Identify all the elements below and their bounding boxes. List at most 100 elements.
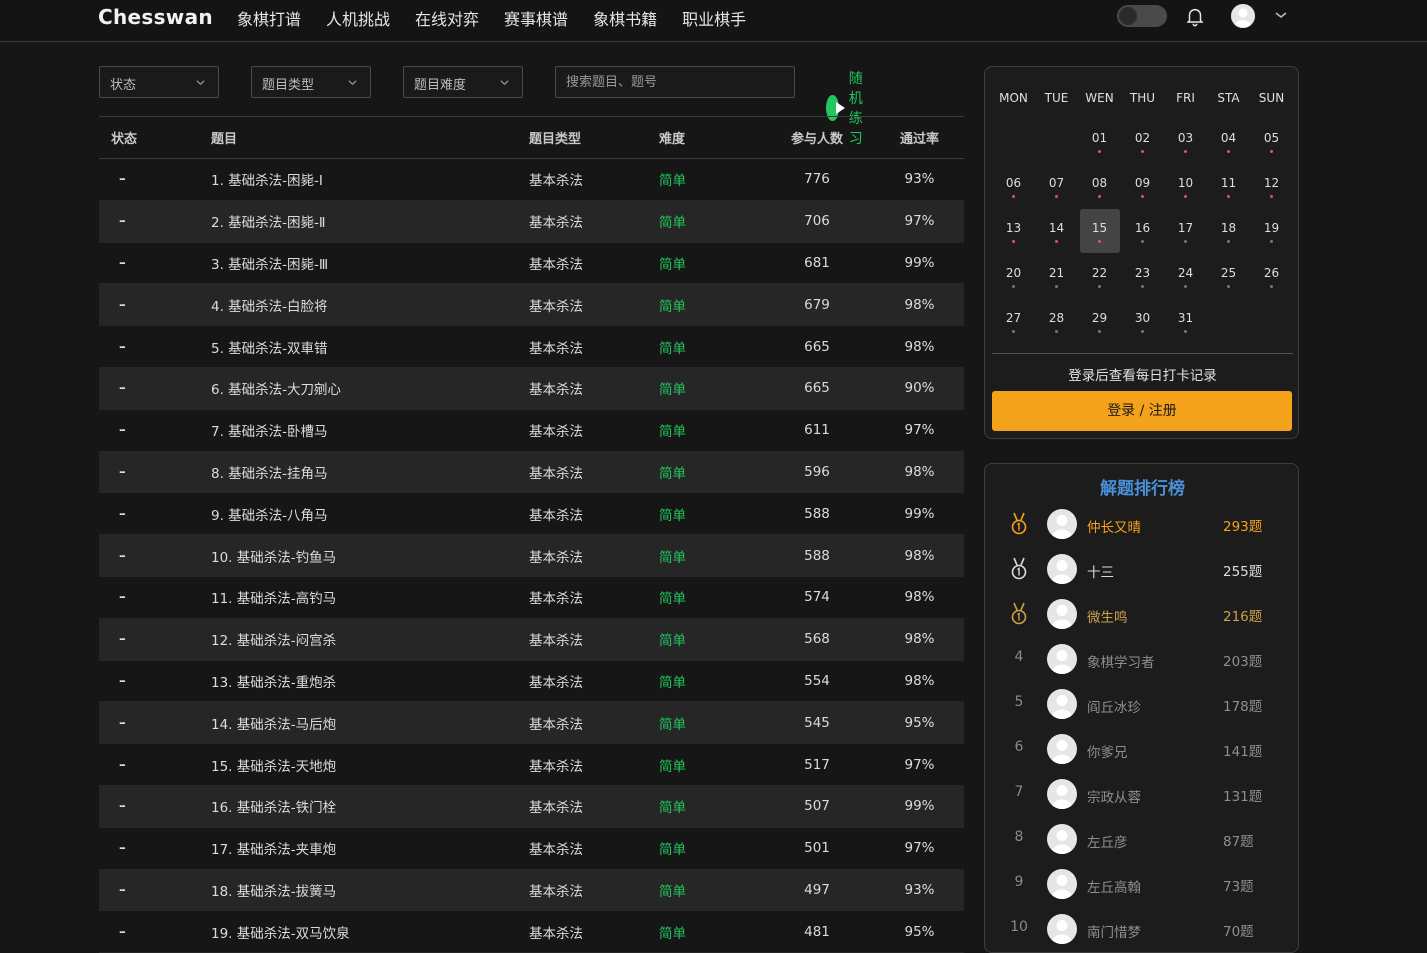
rank-user-name[interactable]: 你爹兄 <box>1087 741 1128 761</box>
ranking-item[interactable]: 9 左丘高翰 73题 <box>985 862 1300 906</box>
table-row[interactable]: – 12. 基础杀法-闷宫杀 基本杀法 简单 568 98% <box>99 618 964 661</box>
table-row[interactable]: – 9. 基础杀法-八角马 基本杀法 简单 588 99% <box>99 493 964 536</box>
table-row[interactable]: – 1. 基础杀法-困毙-Ⅰ 基本杀法 简单 776 93% <box>99 159 964 201</box>
cell-title[interactable]: 12. 基础杀法-闷宫杀 <box>211 629 529 649</box>
search-input[interactable] <box>555 66 795 98</box>
calendar-day[interactable]: 05 <box>1252 119 1292 163</box>
status-select[interactable]: 状态 <box>99 66 219 98</box>
calendar-day[interactable]: 25 <box>1209 254 1249 298</box>
calendar-day-today[interactable]: 15 <box>1079 209 1120 253</box>
calendar-day[interactable]: 06 <box>994 164 1034 208</box>
calendar-day[interactable]: 07 <box>1037 164 1077 208</box>
cell-title[interactable]: 5. 基础杀法-双車错 <box>211 337 529 357</box>
user-avatar[interactable] <box>1231 4 1255 28</box>
nav-item-events[interactable]: 赛事棋谱 <box>504 6 568 30</box>
ranking-item[interactable]: 微生鸣 216题 <box>985 592 1300 636</box>
calendar-day[interactable]: 13 <box>994 209 1034 253</box>
calendar-day[interactable]: 28 <box>1037 299 1077 343</box>
calendar-day[interactable]: 11 <box>1209 164 1249 208</box>
ranking-item[interactable]: 8 左丘彦 87题 <box>985 817 1300 861</box>
login-register-button[interactable]: 登录 / 注册 <box>992 391 1292 431</box>
ranking-item[interactable]: 6 你爹兄 141题 <box>985 727 1300 771</box>
calendar-day[interactable]: 14 <box>1037 209 1077 253</box>
calendar-day[interactable]: 16 <box>1123 209 1163 253</box>
cell-title[interactable]: 19. 基础杀法-双马饮泉 <box>211 922 529 942</box>
cell-title[interactable]: 8. 基础杀法-挂角马 <box>211 462 529 482</box>
calendar-day[interactable]: 31 <box>1166 299 1206 343</box>
cell-title[interactable]: 4. 基础杀法-白脸将 <box>211 295 529 315</box>
calendar-day[interactable]: 29 <box>1080 299 1120 343</box>
cell-title[interactable]: 13. 基础杀法-重炮杀 <box>211 671 529 691</box>
type-select[interactable]: 题目类型 <box>251 66 371 98</box>
cell-title[interactable]: 9. 基础杀法-八角马 <box>211 504 529 524</box>
cell-title[interactable]: 6. 基础杀法-大刀剜心 <box>211 378 529 398</box>
brand-logo[interactable]: Chesswan <box>98 5 213 29</box>
calendar-day[interactable]: 04 <box>1209 119 1249 163</box>
ranking-item[interactable]: 4 象棋学习者 203题 <box>985 637 1300 681</box>
table-row[interactable]: – 8. 基础杀法-挂角马 基本杀法 简单 596 98% <box>99 451 964 494</box>
bell-icon[interactable] <box>1184 5 1206 27</box>
ranking-item[interactable]: 10 南门惜梦 70题 <box>985 907 1300 951</box>
table-row[interactable]: – 17. 基础杀法-夹車炮 基本杀法 简单 501 97% <box>99 828 964 870</box>
table-row[interactable]: – 10. 基础杀法-钓鱼马 基本杀法 简单 588 98% <box>99 535 964 577</box>
rank-user-name[interactable]: 左丘高翰 <box>1087 876 1141 896</box>
calendar-day[interactable]: 30 <box>1123 299 1163 343</box>
rank-user-name[interactable]: 南门惜梦 <box>1087 921 1141 941</box>
cell-title[interactable]: 16. 基础杀法-铁门栓 <box>211 796 529 816</box>
chevron-down-icon[interactable] <box>1273 7 1289 23</box>
rank-user-name[interactable]: 阎丘冰珍 <box>1087 696 1141 716</box>
rank-user-name[interactable]: 仲长又晴 <box>1087 516 1141 536</box>
calendar-day[interactable]: 19 <box>1252 209 1292 253</box>
ranking-item[interactable]: 仲长又晴 293题 <box>985 502 1300 546</box>
rank-user-name[interactable]: 十三 <box>1087 561 1114 581</box>
cell-title[interactable]: 2. 基础杀法-困毙-Ⅱ <box>211 211 529 231</box>
theme-toggle[interactable] <box>1117 5 1167 27</box>
calendar-day[interactable]: 08 <box>1080 164 1120 208</box>
rank-user-name[interactable]: 微生鸣 <box>1087 606 1128 626</box>
cell-title[interactable]: 10. 基础杀法-钓鱼马 <box>211 546 529 566</box>
table-row[interactable]: – 16. 基础杀法-铁门栓 基本杀法 简单 507 99% <box>99 785 964 828</box>
table-row[interactable]: – 3. 基础杀法-困毙-Ⅲ 基本杀法 简单 681 99% <box>99 243 964 285</box>
cell-title[interactable]: 17. 基础杀法-夹車炮 <box>211 838 529 858</box>
cell-title[interactable]: 1. 基础杀法-困毙-Ⅰ <box>211 169 529 189</box>
calendar-day[interactable]: 01 <box>1080 119 1120 163</box>
table-row[interactable]: – 7. 基础杀法-卧槽马 基本杀法 简单 611 97% <box>99 410 964 452</box>
table-row[interactable]: – 2. 基础杀法-困毙-Ⅱ 基本杀法 简单 706 97% <box>99 200 964 243</box>
cell-title[interactable]: 18. 基础杀法-拔簧马 <box>211 880 529 900</box>
nav-item-online[interactable]: 在线对弈 <box>415 6 479 30</box>
table-row[interactable]: – 14. 基础杀法-马后炮 基本杀法 简单 545 95% <box>99 702 964 745</box>
nav-item-ai[interactable]: 人机挑战 <box>326 6 390 30</box>
ranking-item[interactable]: 7 宗政从蓉 131题 <box>985 772 1300 816</box>
calendar-day[interactable]: 22 <box>1080 254 1120 298</box>
calendar-day[interactable]: 02 <box>1123 119 1163 163</box>
calendar-day[interactable]: 09 <box>1123 164 1163 208</box>
rank-user-name[interactable]: 左丘彦 <box>1087 831 1128 851</box>
difficulty-select[interactable]: 题目难度 <box>403 66 523 98</box>
calendar-day[interactable]: 12 <box>1252 164 1292 208</box>
table-row[interactable]: – 13. 基础杀法-重炮杀 基本杀法 简单 554 98% <box>99 661 964 703</box>
table-row[interactable]: – 11. 基础杀法-高钓马 基本杀法 简单 574 98% <box>99 577 964 619</box>
nav-item-pros[interactable]: 职业棋手 <box>682 6 746 30</box>
cell-title[interactable]: 14. 基础杀法-马后炮 <box>211 713 529 733</box>
table-row[interactable]: – 6. 基础杀法-大刀剜心 基本杀法 简单 665 90% <box>99 367 964 410</box>
table-row[interactable]: – 5. 基础杀法-双車错 基本杀法 简单 665 98% <box>99 326 964 368</box>
table-row[interactable]: – 18. 基础杀法-拔簧马 基本杀法 简单 497 93% <box>99 869 964 912</box>
nav-item-books[interactable]: 象棋书籍 <box>593 6 657 30</box>
calendar-day[interactable]: 03 <box>1166 119 1206 163</box>
calendar-day[interactable]: 21 <box>1037 254 1077 298</box>
cell-title[interactable]: 15. 基础杀法-天地炮 <box>211 755 529 775</box>
calendar-day[interactable]: 27 <box>994 299 1034 343</box>
cell-title[interactable]: 7. 基础杀法-卧槽马 <box>211 420 529 440</box>
calendar-day[interactable]: 24 <box>1166 254 1206 298</box>
calendar-day[interactable]: 26 <box>1252 254 1292 298</box>
cell-title[interactable]: 3. 基础杀法-困毙-Ⅲ <box>211 253 529 273</box>
nav-item-dapu[interactable]: 象棋打谱 <box>237 6 301 30</box>
calendar-day[interactable]: 23 <box>1123 254 1163 298</box>
cell-title[interactable]: 11. 基础杀法-高钓马 <box>211 587 529 607</box>
calendar-day[interactable]: 20 <box>994 254 1034 298</box>
table-row[interactable]: – 19. 基础杀法-双马饮泉 基本杀法 简单 481 95% <box>99 911 964 953</box>
calendar-day[interactable]: 18 <box>1209 209 1249 253</box>
table-row[interactable]: – 4. 基础杀法-白脸将 基本杀法 简单 679 98% <box>99 284 964 327</box>
ranking-item[interactable]: 5 阎丘冰珍 178题 <box>985 682 1300 726</box>
calendar-day[interactable]: 17 <box>1166 209 1206 253</box>
